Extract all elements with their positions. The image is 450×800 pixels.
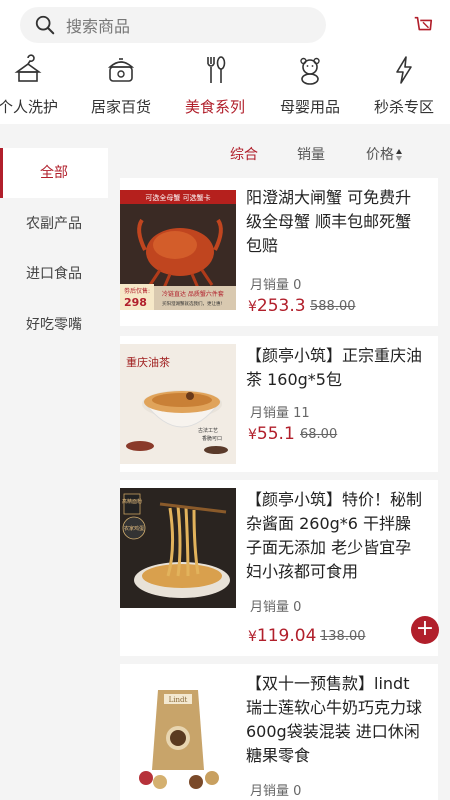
product-card[interactable]: 可选全母蟹 可选蟹卡 劵后仅售: 298 冷链直达 品质蟹六件套 买阳澄湖蟹就选… <box>120 178 438 326</box>
search-icon <box>35 15 55 35</box>
lightning-icon <box>396 56 412 84</box>
product-card[interactable]: 高精面粉 农家鸡蛋 【颜亭小筑】特价！秘制杂酱面 260g*6 干拌臊子面无添加… <box>120 480 439 656</box>
price-value: 253.3 <box>256 296 306 316</box>
category-personal-care[interactable]: 个人洗护 <box>0 50 73 124</box>
sidebar: 全部 农副产品 进口食品 好吃零嘴 <box>0 138 108 800</box>
product-card[interactable]: Lindt 【双十一预售款】lindt瑞士莲软心牛奶巧克力球 600g袋装混装 … <box>120 664 438 800</box>
search-input[interactable]: 搜索商品 <box>20 7 326 43</box>
svg-text:298: 298 <box>124 296 147 309</box>
sort-comprehensive[interactable]: 综合 <box>230 144 258 164</box>
product-title: 阳澄湖大闸蟹 可免费升级全母蟹 顺丰包邮死蟹包赔 <box>246 188 412 255</box>
sidebar-item-snacks[interactable]: 好吃零嘴 <box>0 300 108 350</box>
category-label: 居家百货 <box>90 98 151 116</box>
product-original-price: 138.00 <box>320 629 366 644</box>
product-original-price: 68.00 <box>300 427 338 442</box>
svg-text:重庆油茶: 重庆油茶 <box>126 355 170 369</box>
product-card[interactable]: 重庆油茶 古法工艺 香脆可口 【颜亭小筑】正宗重庆油茶 160g*5包 月销量 … <box>120 336 438 472</box>
hanger-icon <box>14 54 42 82</box>
price-value: 55.1 <box>256 424 295 444</box>
product-image: 可选全母蟹 可选蟹卡 劵后仅售: 298 冷链直达 品质蟹六件套 买阳澄湖蟹就选… <box>120 190 236 310</box>
category-household[interactable]: 居家百货 <box>76 50 166 124</box>
price-value: 119.04 <box>256 626 317 646</box>
svg-text:农家鸡蛋: 农家鸡蛋 <box>124 525 144 532</box>
svg-text:买阳澄湖蟹就选我们，更让惠!: 买阳澄湖蟹就选我们，更让惠! <box>162 300 222 307</box>
sidebar-item-imported-food[interactable]: 进口食品 <box>0 249 108 299</box>
category-label: 个人洗护 <box>0 98 58 116</box>
product-image: 重庆油茶 古法工艺 香脆可口 <box>120 344 236 464</box>
product-image: Lindt <box>120 672 236 800</box>
cart-icon[interactable] <box>412 14 434 36</box>
sidebar-item-farm-products[interactable]: 农副产品 <box>0 199 108 249</box>
top-bar: 搜索商品 <box>0 0 450 50</box>
sort-sales[interactable]: 销量 <box>297 144 325 164</box>
sort-bar: 综合 销量 价格 <box>108 134 450 172</box>
teddy-bear-icon <box>300 57 320 85</box>
product-original-price: 588.00 <box>310 299 356 314</box>
category-baby[interactable]: 母婴用品 <box>265 50 355 124</box>
category-label: 秒杀专区 <box>373 98 434 116</box>
search-placeholder: 搜索商品 <box>66 17 131 36</box>
svg-text:冷链直达 品质蟹六件套: 冷链直达 品质蟹六件套 <box>162 290 224 298</box>
product-title: 【双十一预售款】lindt瑞士莲软心牛奶巧克力球 600g袋装混装 进口休闲糖果… <box>246 674 423 765</box>
sort-price-label: 价格 <box>366 147 394 163</box>
product-price: ¥253.3 <box>248 296 306 316</box>
svg-text:可选全母蟹 可选蟹卡: 可选全母蟹 可选蟹卡 <box>145 193 210 202</box>
product-sales: 月销量 0 <box>250 278 302 293</box>
currency-symbol: ¥ <box>248 427 257 443</box>
product-image: 高精面粉 农家鸡蛋 <box>120 488 236 608</box>
rice-cooker-icon <box>107 58 135 82</box>
svg-text:劵后仅售:: 劵后仅售: <box>124 287 150 295</box>
category-bar: 个人洗护 居家百货 美食系列 母婴用品 秒杀专区 <box>0 50 450 124</box>
category-label: 美食系列 <box>184 98 245 116</box>
currency-symbol: ¥ <box>248 299 257 315</box>
product-price: ¥119.04 <box>248 626 316 646</box>
sort-price[interactable]: 价格 <box>366 144 403 164</box>
product-title: 【颜亭小筑】正宗重庆油茶 160g*5包 <box>246 346 423 389</box>
svg-text:高精面粉: 高精面粉 <box>122 498 142 505</box>
category-food[interactable]: 美食系列 <box>170 50 260 124</box>
fork-spoon-icon <box>207 56 226 83</box>
currency-symbol: ¥ <box>248 629 257 645</box>
category-flash-sale[interactable]: 秒杀专区 <box>359 50 449 124</box>
product-sales: 月销量 0 <box>250 784 302 799</box>
product-price: ¥55.1 <box>248 424 295 444</box>
svg-text:香脆可口: 香脆可口 <box>202 435 222 442</box>
add-to-cart-button[interactable]: + <box>411 616 439 644</box>
product-sales: 月销量 0 <box>250 600 302 615</box>
product-title: 【颜亭小筑】特价！秘制杂酱面 260g*6 干拌臊子面无添加 老少皆宜孕妇小孩都… <box>246 490 423 581</box>
product-sales: 月销量 11 <box>250 406 310 421</box>
svg-text:古法工艺: 古法工艺 <box>198 427 218 434</box>
sort-arrows-icon <box>396 149 403 161</box>
svg-text:Lindt: Lindt <box>169 696 188 704</box>
sidebar-item-all[interactable]: 全部 <box>0 148 108 198</box>
category-label: 母婴用品 <box>279 98 340 116</box>
